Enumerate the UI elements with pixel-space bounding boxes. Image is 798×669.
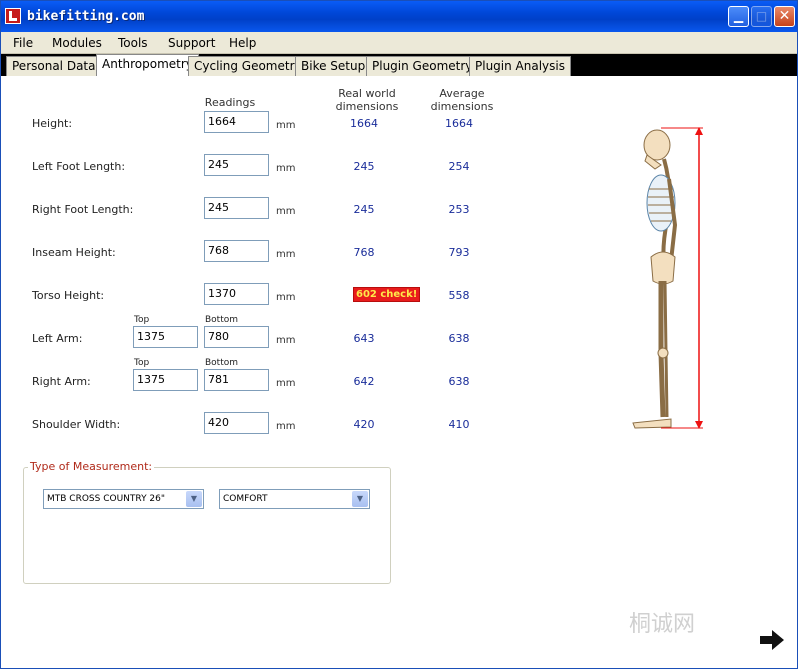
shoulder-width-average-value: 410: [448, 418, 470, 431]
right-arm-average-value: 638: [448, 375, 470, 388]
tab-bike-setup[interactable]: Bike Setup: [295, 56, 372, 76]
skeleton-illustration: [632, 127, 703, 429]
minimize-button[interactable]: ▁: [728, 6, 749, 27]
left-arm-label: Left Arm:: [32, 332, 83, 345]
height-label: Height:: [32, 117, 73, 130]
menu-file[interactable]: File: [13, 36, 33, 50]
maximize-icon: □: [755, 9, 768, 23]
minimize-icon: ▁: [733, 9, 744, 23]
real-world-header-line1: Real world: [338, 87, 396, 100]
right-arm-bottom-label: Bottom: [205, 358, 239, 368]
app-window: bikefitting.com ▁ □ ✕ File Modules Tools…: [0, 0, 798, 669]
left-foot-length-unit: mm: [276, 163, 296, 174]
measurement-type-group: Type of Measurement: MTB CROSS COUNTRY 2…: [23, 460, 391, 584]
tab-plugin-geometry[interactable]: Plugin Geometry: [366, 56, 479, 76]
left-arm-top-input[interactable]: 1375: [133, 326, 198, 348]
menu-support[interactable]: Support: [168, 36, 215, 50]
average-header-line1: Average: [439, 87, 485, 100]
chevron-down-icon[interactable]: ▼: [186, 491, 202, 507]
app-logo-icon: [5, 8, 21, 24]
torso-height-label: Torso Height:: [32, 289, 105, 302]
menu-modules[interactable]: Modules: [52, 36, 102, 50]
chevron-down-icon[interactable]: ▼: [352, 491, 368, 507]
right-foot-length-average-value: 253: [448, 203, 470, 216]
inseam-height-real-value: 768: [353, 246, 375, 259]
menu-help[interactable]: Help: [229, 36, 256, 50]
shoulder-width-real-value: 420: [353, 418, 375, 431]
shoulder-width-label: Shoulder Width:: [32, 418, 121, 431]
close-button[interactable]: ✕: [774, 6, 795, 27]
left-foot-length-real-value: 245: [353, 160, 375, 173]
left-foot-length-label: Left Foot Length:: [32, 160, 126, 173]
menu-bar: File Modules Tools Support Help: [1, 32, 797, 54]
right-arm-label: Right Arm:: [32, 375, 91, 388]
right-arm-real-value: 642: [353, 375, 375, 388]
left-arm-average-value: 638: [448, 332, 470, 345]
left-arm-bottom-label: Bottom: [205, 315, 239, 325]
shoulder-width-unit: mm: [276, 421, 296, 432]
height-average-value: 1664: [445, 117, 473, 130]
inseam-height-average-value: 793: [448, 246, 470, 259]
left-arm-top-label: Top: [134, 315, 150, 325]
torso-height-warning-badge: 602 check!: [353, 287, 421, 302]
title-bar[interactable]: bikefitting.com ▁ □ ✕: [1, 1, 797, 32]
left-foot-length-input[interactable]: 245: [204, 154, 269, 176]
shoulder-width-input[interactable]: 420: [204, 412, 269, 434]
next-arrow-icon[interactable]: [759, 629, 785, 651]
bike-type-value: MTB CROSS COUNTRY 26": [47, 494, 166, 504]
fit-type-select[interactable]: COMFORT ▼: [219, 489, 370, 509]
window-title: bikefitting.com: [27, 9, 145, 24]
height-input[interactable]: 1664: [204, 111, 269, 133]
inseam-height-unit: mm: [276, 249, 296, 260]
measurement-type-legend: Type of Measurement:: [28, 460, 155, 473]
tab-bar: Personal Data Anthropometry Cycling Geom…: [1, 54, 797, 76]
right-arm-bottom-input[interactable]: 781: [204, 369, 269, 391]
menu-tools[interactable]: Tools: [118, 36, 148, 50]
left-arm-bottom-input[interactable]: 780: [204, 326, 269, 348]
bike-type-select[interactable]: MTB CROSS COUNTRY 26" ▼: [43, 489, 204, 509]
right-foot-length-unit: mm: [276, 206, 296, 217]
tab-cycling-geometry[interactable]: Cycling Geometry: [188, 56, 308, 76]
readings-header: Readings: [204, 96, 256, 109]
right-foot-length-input[interactable]: 245: [204, 197, 269, 219]
average-header-line2: dimensions: [430, 100, 494, 113]
tab-plugin-analysis[interactable]: Plugin Analysis: [469, 56, 571, 76]
watermark: 桐诚网: [629, 612, 696, 637]
left-arm-unit: mm: [276, 335, 296, 346]
tab-personal-data[interactable]: Personal Data: [6, 56, 102, 76]
right-foot-length-label: Right Foot Length:: [32, 203, 134, 216]
left-foot-length-average-value: 254: [448, 160, 470, 173]
inseam-height-input[interactable]: 768: [204, 240, 269, 262]
maximize-button[interactable]: □: [751, 6, 772, 27]
torso-height-average-value: 558: [448, 289, 470, 302]
right-arm-top-label: Top: [134, 358, 150, 368]
right-arm-top-input[interactable]: 1375: [133, 369, 198, 391]
close-icon: ✕: [778, 8, 791, 24]
height-unit: mm: [276, 120, 296, 131]
torso-height-unit: mm: [276, 292, 296, 303]
right-foot-length-real-value: 245: [353, 203, 375, 216]
right-arm-unit: mm: [276, 378, 296, 389]
left-arm-real-value: 643: [353, 332, 375, 345]
tab-anthropometry[interactable]: Anthropometry: [96, 54, 199, 76]
torso-height-input[interactable]: 1370: [204, 283, 269, 305]
inseam-height-label: Inseam Height:: [32, 246, 116, 259]
fit-type-value: COMFORT: [223, 494, 268, 504]
height-real-value: 1664: [350, 117, 378, 130]
real-world-header-line2: dimensions: [335, 100, 399, 113]
